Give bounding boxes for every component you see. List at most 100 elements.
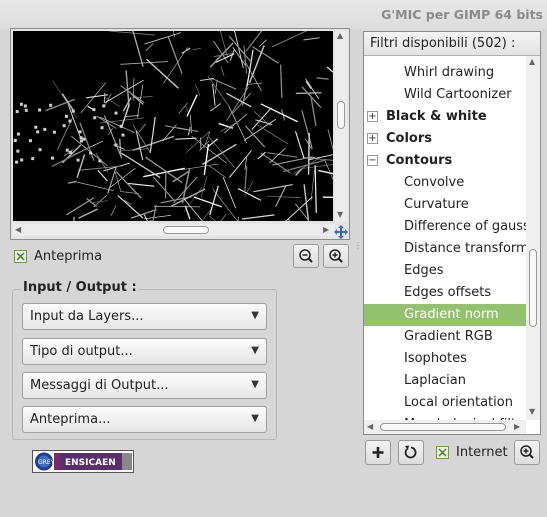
preview-dot bbox=[71, 109, 75, 113]
expand-icon[interactable]: + bbox=[367, 111, 378, 122]
add-favorite-button[interactable] bbox=[365, 440, 391, 465]
preview-dot bbox=[31, 157, 35, 161]
pane-resize-grip[interactable]: ⋮ bbox=[354, 242, 362, 256]
preview-stroke bbox=[243, 45, 247, 74]
dropdown-arrow-icon: ▼ bbox=[251, 310, 259, 321]
preview-stroke bbox=[326, 66, 333, 73]
preview-dot bbox=[24, 108, 28, 112]
internet-checkbox-label[interactable]: Internet bbox=[456, 445, 508, 460]
preview-stroke bbox=[108, 31, 155, 36]
expand-icon[interactable]: + bbox=[367, 133, 378, 144]
filters-header[interactable]: Filtri disponibili (502) : bbox=[364, 32, 540, 56]
filter-item[interactable]: Convolve bbox=[364, 172, 526, 194]
filter-item[interactable]: Edges offsets bbox=[364, 282, 526, 304]
select-value: Tipo di output... bbox=[30, 344, 133, 359]
preview-stroke bbox=[225, 92, 252, 108]
preview-stroke bbox=[248, 45, 265, 84]
scroll-thumb[interactable] bbox=[380, 423, 506, 431]
logo-image: GREYC ENSICAEN bbox=[33, 451, 133, 472]
search-button[interactable] bbox=[514, 440, 540, 465]
filter-item[interactable]: Curvature bbox=[364, 194, 526, 216]
preview-dot bbox=[68, 119, 72, 123]
filter-category[interactable]: + Black & white bbox=[364, 106, 526, 128]
preview-stroke bbox=[253, 183, 293, 193]
preview-stroke bbox=[146, 58, 179, 89]
scroll-thumb[interactable] bbox=[337, 101, 345, 129]
preview-stroke bbox=[185, 104, 189, 113]
preview-stroke bbox=[175, 137, 197, 140]
scroll-thumb[interactable] bbox=[529, 249, 537, 327]
filter-item[interactable]: Distance transform bbox=[364, 238, 526, 260]
filter-category[interactable]: + Colors bbox=[364, 128, 526, 150]
preview-stroke bbox=[138, 123, 147, 133]
zoom-in-icon bbox=[329, 249, 343, 263]
preview-stroke bbox=[117, 195, 144, 219]
scroll-up-icon[interactable]: ▲ bbox=[337, 32, 343, 40]
refresh-button[interactable] bbox=[398, 440, 424, 465]
filter-item[interactable]: Difference of gaussians bbox=[364, 216, 526, 238]
output-type-select[interactable]: Tipo di output... ▼ bbox=[22, 338, 267, 365]
zoom-out-button[interactable] bbox=[293, 244, 319, 268]
preview-stroke bbox=[268, 147, 286, 164]
filter-item[interactable]: Gradient RGB bbox=[364, 326, 526, 348]
preview-stroke bbox=[287, 217, 290, 221]
scroll-left-icon[interactable]: ◀ bbox=[15, 226, 21, 234]
scroll-down-icon[interactable]: ▼ bbox=[337, 211, 343, 219]
scroll-right-icon[interactable]: ▶ bbox=[514, 423, 520, 431]
preview-mode-select[interactable]: Anteprima... ▼ bbox=[22, 406, 267, 433]
preview-stroke bbox=[120, 85, 145, 104]
preview-stroke bbox=[95, 153, 109, 172]
filters-panel: Filtri disponibili (502) : Whirl drawing… bbox=[363, 31, 541, 435]
preview-stroke bbox=[207, 75, 231, 108]
preview-checkbox-label[interactable]: Anteprima bbox=[34, 249, 102, 264]
preview-stroke bbox=[173, 31, 175, 38]
preview-stroke bbox=[193, 196, 223, 208]
preview-dot bbox=[76, 158, 80, 162]
preview-dot bbox=[52, 130, 56, 134]
scroll-up-icon[interactable]: ▲ bbox=[529, 58, 535, 66]
filter-item[interactable]: Gradient norm bbox=[364, 304, 526, 326]
preview-stroke bbox=[210, 77, 237, 90]
preview-dot bbox=[20, 158, 24, 162]
filter-item[interactable]: Edges bbox=[364, 260, 526, 282]
filter-label: Difference of gaussians bbox=[404, 219, 526, 234]
filter-category[interactable]: − Contours bbox=[364, 150, 526, 172]
preview-stroke bbox=[305, 80, 312, 89]
preview-stroke bbox=[178, 102, 188, 114]
filter-item[interactable]: Wild Cartoonizer bbox=[364, 84, 526, 106]
filter-item[interactable]: Local orientation bbox=[364, 392, 526, 414]
input-layers-select[interactable]: Input da Layers... ▼ bbox=[22, 303, 267, 330]
scroll-thumb[interactable] bbox=[163, 226, 209, 234]
preview-stroke bbox=[327, 129, 333, 151]
filter-label: Laplacian bbox=[404, 373, 467, 388]
scroll-down-icon[interactable]: ▼ bbox=[529, 408, 535, 416]
preview-stroke bbox=[199, 77, 214, 81]
preview-dot bbox=[93, 116, 97, 120]
move-icon[interactable] bbox=[333, 224, 349, 240]
filter-item[interactable]: Whirl drawing bbox=[364, 62, 526, 84]
preview-dot bbox=[16, 132, 20, 136]
scroll-right-icon[interactable]: ▶ bbox=[323, 226, 329, 234]
preview-stroke bbox=[222, 177, 237, 209]
greyc-ensicaen-logo: GREYC ENSICAEN bbox=[32, 450, 134, 473]
preview-image[interactable] bbox=[13, 31, 333, 221]
preview-horizontal-scrollbar[interactable]: ◀ ▶ bbox=[13, 224, 335, 236]
output-messages-select[interactable]: Messaggi di Output... ▼ bbox=[22, 372, 267, 399]
preview-vertical-scrollbar[interactable]: ▲ ▼ bbox=[335, 31, 347, 221]
filters-tree[interactable]: Whirl drawing Wild Cartoonizer + Black & wh… bbox=[364, 56, 526, 420]
preview-stroke bbox=[167, 36, 183, 74]
filters-horizontal-scrollbar[interactable]: ◀ ▶ bbox=[364, 420, 526, 434]
preview-stroke bbox=[220, 120, 241, 132]
zoom-in-button[interactable] bbox=[323, 244, 349, 268]
preview-checkbox[interactable] bbox=[14, 250, 27, 263]
scroll-left-icon[interactable]: ◀ bbox=[367, 423, 373, 431]
filter-item[interactable]: Laplacian bbox=[364, 370, 526, 392]
preview-dot bbox=[100, 126, 104, 130]
window-title: G'MIC per GIMP 64 bits bbox=[381, 7, 543, 22]
internet-checkbox[interactable] bbox=[436, 446, 449, 459]
filters-vertical-scrollbar[interactable]: ▲ ▼ bbox=[526, 56, 540, 420]
preview-dot bbox=[38, 108, 42, 112]
preview-dot bbox=[43, 127, 47, 131]
collapse-icon[interactable]: − bbox=[367, 155, 378, 166]
filter-item[interactable]: Isophotes bbox=[364, 348, 526, 370]
